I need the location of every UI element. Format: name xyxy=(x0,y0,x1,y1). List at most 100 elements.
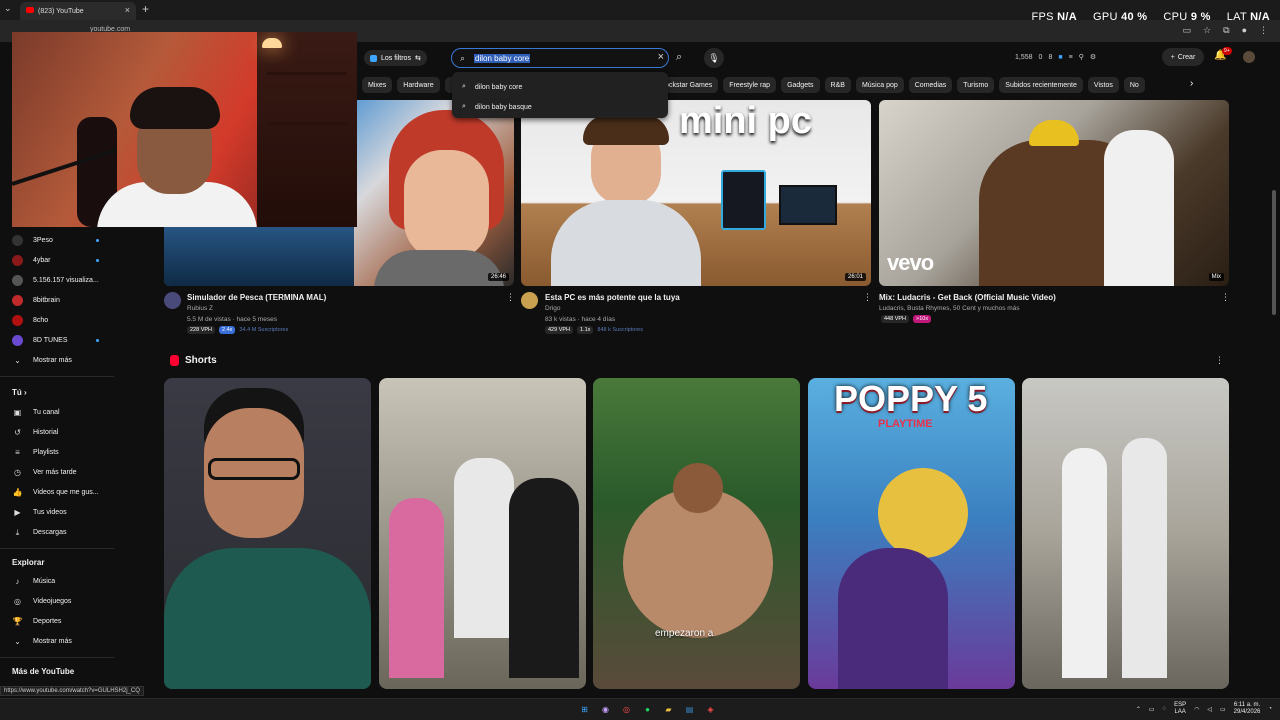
app-icon[interactable]: ◈ xyxy=(704,703,717,716)
profile-icon[interactable]: ● xyxy=(1242,25,1247,36)
chip-freestyle-rap[interactable]: Freestyle rap xyxy=(723,77,777,93)
sidebar-item-history[interactable]: ↺ Historial xyxy=(12,427,58,438)
video-meta: 83 k vistas · hace 4 días xyxy=(545,316,616,323)
sidebar-item-sports[interactable]: 🏆 Deportes xyxy=(12,616,62,627)
video-thumbnail[interactable]: vevo Mix xyxy=(879,100,1229,286)
list-icon[interactable]: ≡ xyxy=(1069,54,1073,61)
more-options-icon[interactable]: ⋮ xyxy=(1221,292,1230,303)
tab-search-icon[interactable]: ⌄ xyxy=(4,3,12,14)
extensions-icon[interactable]: ⧉ xyxy=(1223,25,1229,36)
character-decoration xyxy=(838,548,948,689)
filter-icon[interactable]: ⚲ xyxy=(1079,53,1084,61)
cast-icon[interactable]: ▭ xyxy=(1183,25,1192,36)
windows-start-icon[interactable]: ⊞ xyxy=(578,703,591,716)
close-tab-icon[interactable]: × xyxy=(125,5,130,15)
browser-tab[interactable]: (823) YouTube × xyxy=(20,2,136,20)
sidebar-item-your-channel[interactable]: ▣ Tu canal xyxy=(12,407,60,418)
video-channel[interactable]: Ludacris, Busta Rhymes, 50 Cent y muchos… xyxy=(879,305,1020,312)
chip-no[interactable]: No xyxy=(1123,77,1145,93)
chip-gadgets[interactable]: Gadgets xyxy=(781,77,820,93)
sidebar-item-sub[interactable]: 5.156.157 visualiza... xyxy=(12,275,99,286)
video-channel[interactable]: Rubius Z xyxy=(187,305,213,312)
filters-button[interactable]: Los filtros ⇆ xyxy=(364,50,427,66)
short-card[interactable] xyxy=(1022,378,1229,689)
page-scrollbar[interactable] xyxy=(1272,190,1276,315)
sidebar-item-gaming[interactable]: ◎ Videojuegos xyxy=(12,596,71,607)
suggestion-item[interactable]: ⌕ dilon baby basque xyxy=(452,97,668,117)
more-options-icon[interactable]: ⋮ xyxy=(863,292,872,303)
search-button[interactable]: ⌕ xyxy=(676,51,682,64)
video-stats: 448 VPH >10x xyxy=(881,315,932,323)
shirt-decoration xyxy=(551,200,701,286)
more-options-icon[interactable]: ⋮ xyxy=(1215,355,1224,366)
chip-vistos[interactable]: Vistos xyxy=(1087,77,1119,93)
chip-comedias[interactable]: Comedias xyxy=(908,77,953,93)
browser-menu-icon[interactable]: ⋮ xyxy=(1259,25,1268,36)
copilot-icon[interactable]: ◉ xyxy=(599,703,612,716)
clock[interactable]: 6:11 a. m. 29/4/2026 xyxy=(1234,702,1261,716)
volume-icon[interactable]: ◁ xyxy=(1207,706,1212,713)
suggestion-item[interactable]: ⌕ dilon baby core xyxy=(452,77,668,97)
bookmark-star-icon[interactable]: ☆ xyxy=(1203,25,1211,36)
sidebar-item-sub[interactable]: 3Peso xyxy=(12,235,53,246)
sidebar-item-downloads[interactable]: ⤓ Descargas xyxy=(12,527,67,538)
extension-icon[interactable]: ■ xyxy=(1058,54,1062,61)
chip-turismo[interactable]: Turismo xyxy=(957,77,995,93)
tray-icon[interactable]: ◌ xyxy=(1163,706,1167,712)
tray-icon[interactable]: ▭ xyxy=(1149,706,1155,713)
word-icon[interactable]: ▤ xyxy=(683,703,696,716)
short-card[interactable]: POPPY 5 PLAYTIME xyxy=(808,378,1015,689)
chip-musica-pop[interactable]: Música pop xyxy=(855,77,904,93)
chrome-icon[interactable]: ◎ xyxy=(620,703,633,716)
sidebar-item-sub[interactable]: 8D TUNES xyxy=(12,335,68,346)
sidebar-item-sub[interactable]: 8cho xyxy=(12,315,48,326)
clear-search-icon[interactable]: × xyxy=(658,51,664,63)
spotify-icon[interactable]: ● xyxy=(641,703,654,716)
gear-icon[interactable]: ⚙ xyxy=(1090,53,1096,61)
new-tab-button[interactable]: + xyxy=(142,2,149,16)
chevron-right-icon[interactable]: › xyxy=(1190,78,1193,89)
search-input[interactable]: ⌕ dilon baby core × xyxy=(451,48,669,68)
video-channel[interactable]: Drigo xyxy=(545,305,561,312)
sidebar-show-more[interactable]: ⌄ Mostrar más xyxy=(12,636,72,647)
battery-icon[interactable]: ▭ xyxy=(1220,706,1226,713)
notification-center-icon[interactable]: ◔ xyxy=(1268,706,1272,712)
chip-mixes[interactable]: Mixes xyxy=(362,77,393,93)
channel-avatar[interactable] xyxy=(521,292,538,309)
sidebar-more-header: Más de YouTube xyxy=(12,667,75,676)
tray-chevron-icon[interactable]: ⌃ xyxy=(1136,706,1141,713)
sidebar-you-header[interactable]: Tú › xyxy=(12,388,27,397)
short-card[interactable] xyxy=(164,378,371,689)
sidebar-item-watch-later[interactable]: ◷ Ver más tarde xyxy=(12,467,77,478)
search-query[interactable]: dilon baby core xyxy=(474,53,531,63)
file-explorer-icon[interactable]: ▰ xyxy=(662,703,675,716)
video-title[interactable]: Esta PC es más potente que la tuya xyxy=(545,293,680,302)
more-options-icon[interactable]: ⋮ xyxy=(506,292,515,303)
chip-hardware[interactable]: Hardware xyxy=(397,77,440,93)
language-indicator[interactable]: ESP LAA xyxy=(1174,702,1186,716)
face-decoration xyxy=(404,150,489,260)
sidebar-show-more[interactable]: ⌄ Mostrar más xyxy=(12,355,72,366)
sidebar-item-liked[interactable]: 👍 Videos que me gus... xyxy=(12,487,99,498)
avatar[interactable] xyxy=(1243,51,1255,63)
hair-decoration xyxy=(583,115,669,145)
video-title[interactable]: Simulador de Pesca (TERMINA MAL) xyxy=(187,293,326,302)
sidebar-item-playlists[interactable]: ≡ Playlists xyxy=(12,447,59,458)
chip-recientes[interactable]: Subidos recientemente xyxy=(999,77,1083,93)
video-title[interactable]: Mix: Ludacris - Get Back (Official Music… xyxy=(879,293,1056,302)
short-card[interactable]: empezaron a xyxy=(593,378,800,689)
sidebar-item-music[interactable]: ♪ Música xyxy=(12,576,56,587)
voice-search-button[interactable]: 🎙 xyxy=(704,48,724,68)
short-card[interactable] xyxy=(379,378,586,689)
figure-decoration xyxy=(1104,130,1174,286)
sidebar-item-sub[interactable]: 8bitbrain xyxy=(12,295,60,306)
channel-avatar[interactable] xyxy=(164,292,181,309)
sidebar-item-sub[interactable]: 4ybar xyxy=(12,255,51,266)
shorts-header: Shorts xyxy=(170,355,217,366)
wifi-icon[interactable]: ◠ xyxy=(1194,706,1199,713)
chip-rnb[interactable]: R&B xyxy=(824,77,851,93)
create-button[interactable]: + Crear xyxy=(1162,48,1204,66)
new-content-dot xyxy=(96,339,99,342)
video-thumbnail[interactable]: mini pc 26:01 xyxy=(521,100,871,286)
sidebar-item-your-videos[interactable]: ▶ Tus videos xyxy=(12,507,66,518)
